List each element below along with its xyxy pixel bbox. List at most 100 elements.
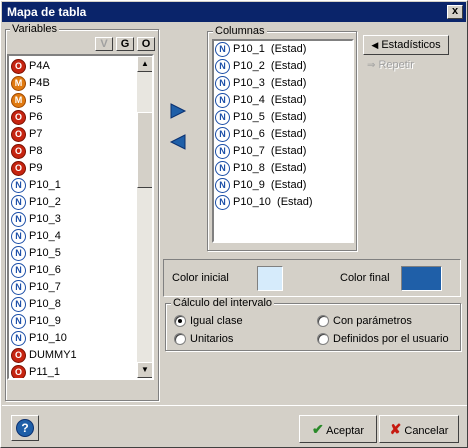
variable-type-N-icon: N — [11, 263, 26, 278]
help-button[interactable]: ? — [11, 415, 39, 441]
aceptar-button[interactable]: ✔ Aceptar — [299, 415, 377, 443]
close-button[interactable]: x — [447, 5, 463, 19]
variable-name: P6 — [29, 111, 43, 123]
filter-g-button[interactable]: G — [116, 37, 134, 51]
variable-name: P10_4 (Estad) — [233, 94, 307, 106]
variable-name: P7 — [29, 128, 43, 140]
variable-type-N-icon: N — [11, 297, 26, 312]
variable-list-item[interactable]: N P10_9 — [11, 313, 137, 330]
variable-list-item[interactable]: N P10_7 — [11, 279, 137, 296]
variable-type-N-icon: N — [215, 42, 230, 57]
variable-type-N-icon: N — [11, 331, 26, 346]
title-bar: Mapa de tabla x — [2, 2, 466, 22]
repeat-icon: ⇒ — [367, 60, 376, 71]
column-list-item[interactable]: N P10_7 (Estad) — [215, 143, 352, 160]
variable-type-O-icon: O — [11, 161, 26, 176]
column-list-item[interactable]: N P10_3 (Estad) — [215, 75, 352, 92]
column-list-item[interactable]: N P10_4 (Estad) — [215, 92, 352, 109]
variable-name: P10_3 — [29, 213, 61, 225]
variable-type-N-icon: N — [11, 246, 26, 261]
variable-type-N-icon: N — [11, 280, 26, 295]
igual-clase-radio[interactable] — [174, 315, 186, 327]
variable-name: P10_10 (Estad) — [233, 196, 313, 208]
repetir-button[interactable]: ⇒ Repetir — [367, 58, 449, 72]
remove-column-button[interactable] — [167, 132, 189, 152]
variable-type-N-icon: N — [215, 59, 230, 74]
variable-name: P10_6 — [29, 264, 61, 276]
column-list-item[interactable]: N P10_1 (Estad) — [215, 41, 352, 58]
variable-list-item[interactable]: O P7 — [11, 126, 137, 143]
variable-type-O-icon: O — [11, 110, 26, 125]
scroll-thumb[interactable] — [137, 112, 152, 188]
column-list-item[interactable]: N P10_8 (Estad) — [215, 160, 352, 177]
estadisticos-button[interactable]: ◀ Estadísticos — [363, 35, 449, 55]
variable-list-item[interactable]: O P4A — [11, 58, 137, 75]
variable-list-item[interactable]: O P9 — [11, 160, 137, 177]
scroll-down-icon[interactable]: ▼ — [137, 362, 152, 378]
variable-type-N-icon: N — [215, 161, 230, 176]
variable-name: P5 — [29, 94, 43, 106]
variable-list-item[interactable]: N P10_4 — [11, 228, 137, 245]
variable-list-item[interactable]: N P10_5 — [11, 245, 137, 262]
variable-type-N-icon: N — [215, 110, 230, 125]
variables-scrollbar[interactable]: ▲ ▼ — [137, 56, 152, 378]
unitarios-radio[interactable] — [174, 333, 186, 345]
cancelar-button[interactable]: ✘ Cancelar — [379, 415, 459, 443]
variable-type-N-icon: N — [11, 314, 26, 329]
variable-type-M-icon: M — [11, 93, 26, 108]
arrow-right-icon — [170, 103, 187, 119]
con-parametros-radio[interactable] — [317, 315, 329, 327]
variable-list-item[interactable]: M P4B — [11, 75, 137, 92]
filter-o-button[interactable]: O — [137, 37, 155, 51]
variable-name: P8 — [29, 145, 43, 157]
variable-name: P10_5 (Estad) — [233, 111, 307, 123]
variable-name: P4A — [29, 60, 50, 72]
variable-list-item[interactable]: N P10_8 — [11, 296, 137, 313]
con-parametros-label: Con parámetros — [333, 315, 412, 327]
variable-list-item[interactable]: N P10_3 — [11, 211, 137, 228]
columnas-list[interactable]: N P10_1 (Estad) N P10_2 (Estad) N P10_3 (Esta… — [212, 39, 354, 243]
intervalo-label: Cálculo del intervalo — [171, 297, 275, 309]
variable-type-N-icon: N — [215, 93, 230, 108]
variable-name: P10_2 (Estad) — [233, 60, 307, 72]
variable-type-N-icon: N — [215, 178, 230, 193]
variable-type-N-icon: N — [11, 212, 26, 227]
variable-list-item[interactable]: N P10_1 — [11, 177, 137, 194]
variables-list[interactable]: O P4A M P4B M P5 O P6 O P7 O P8 O P9 N P10_1 N P10_2 N P10_… — [7, 54, 154, 380]
variable-list-item[interactable]: O P11_1 — [11, 364, 137, 378]
variable-type-N-icon: N — [11, 229, 26, 244]
variable-type-N-icon: N — [215, 195, 230, 210]
column-list-item[interactable]: N P10_10 (Estad) — [215, 194, 352, 211]
definidos-radio[interactable] — [317, 333, 329, 345]
variable-list-item[interactable]: O P6 — [11, 109, 137, 126]
variable-list-item[interactable]: N P10_10 — [11, 330, 137, 347]
filter-v-button[interactable]: V — [95, 37, 113, 51]
variable-list-item[interactable]: N P10_2 — [11, 194, 137, 211]
color-inicial-swatch[interactable] — [257, 266, 283, 291]
variable-type-N-icon: N — [215, 144, 230, 159]
column-list-item[interactable]: N P10_6 (Estad) — [215, 126, 352, 143]
variable-list-item[interactable]: M P5 — [11, 92, 137, 109]
variable-name: P10_9 — [29, 315, 61, 327]
unitarios-label: Unitarios — [190, 333, 234, 345]
variable-list-item[interactable]: O P8 — [11, 143, 137, 160]
column-list-item[interactable]: N P10_2 (Estad) — [215, 58, 352, 75]
triangle-left-icon: ◀ — [371, 40, 379, 50]
help-icon: ? — [16, 419, 34, 437]
checkmark-icon: ✔ — [311, 421, 324, 437]
dialog-window: Mapa de tabla x Variables V G O O P4A M P4B… — [0, 0, 468, 448]
columnas-label: Columnas — [213, 25, 267, 37]
column-list-item[interactable]: N P10_9 (Estad) — [215, 177, 352, 194]
column-list-item[interactable]: N P10_5 (Estad) — [215, 109, 352, 126]
variable-list-item[interactable]: N P10_6 — [11, 262, 137, 279]
variable-type-O-icon: O — [11, 59, 26, 74]
color-final-label: Color final — [340, 272, 390, 284]
x-cross-icon: ✘ — [389, 421, 402, 437]
add-column-button[interactable] — [167, 101, 189, 121]
variable-list-item[interactable]: O DUMMY1 — [11, 347, 137, 364]
variable-name: P10_7 — [29, 281, 61, 293]
variable-name: P10_10 — [29, 332, 67, 344]
color-final-swatch[interactable] — [401, 266, 442, 291]
variables-label: Variables — [10, 23, 60, 35]
scroll-up-icon[interactable]: ▲ — [137, 56, 152, 72]
